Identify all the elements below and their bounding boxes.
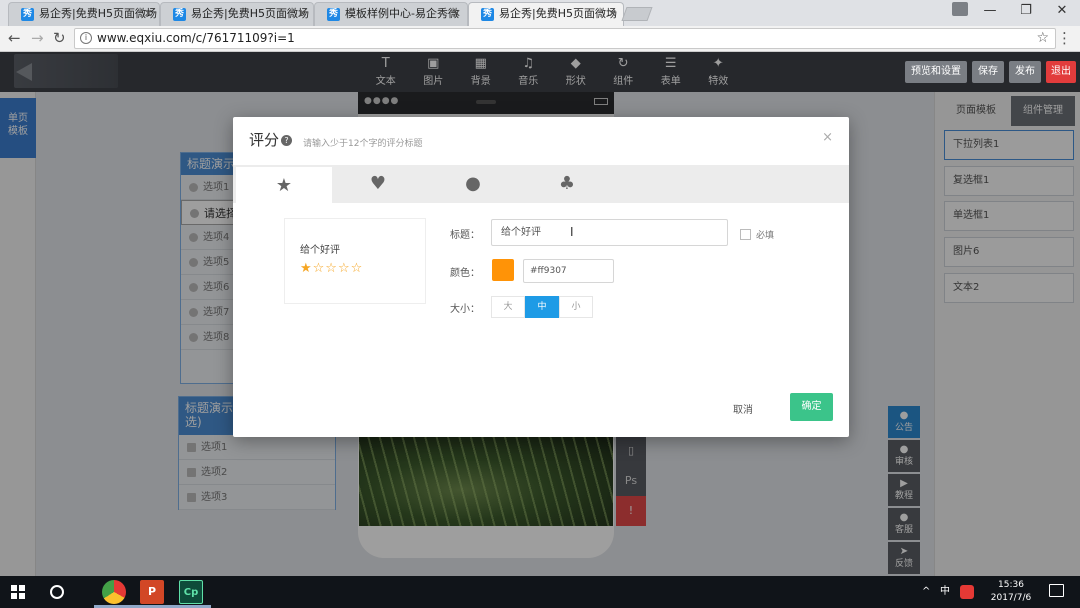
tab-title: 易企秀|免费H5页面微场 <box>39 7 157 20</box>
close-tab-icon[interactable]: ✕ <box>452 3 461 25</box>
club-icon: ♣ <box>558 173 576 194</box>
browser-tab-1[interactable]: 秀 易企秀|免费H5页面微场 ✕ <box>8 2 160 26</box>
tab-title: 模板样例中心-易企秀微 <box>345 7 459 20</box>
window-controls: — ❐ ✕ <box>972 0 1080 24</box>
eqxiu-favicon-icon: 秀 <box>327 8 340 21</box>
required-checkbox[interactable] <box>740 229 751 240</box>
powerpoint-icon[interactable]: P <box>140 580 164 604</box>
size-selector: 大 中 小 <box>491 296 593 318</box>
text-cursor-icon: I <box>570 225 574 239</box>
size-medium-button[interactable]: 中 <box>525 296 559 318</box>
tab-title: 易企秀|免费H5页面微场 <box>499 7 617 20</box>
browser-tab-2[interactable]: 秀 易企秀|免费H5页面微场 ✕ <box>160 2 314 26</box>
required-label: 必填 <box>756 231 775 241</box>
browser-tabbar: 秀 易企秀|免费H5页面微场 ✕ 秀 易企秀|免费H5页面微场 ✕ 秀 模板样例… <box>0 0 1080 26</box>
preview-title: 给个好评 <box>300 245 340 256</box>
preview-stars: ★☆☆☆☆ <box>300 261 364 276</box>
url-input[interactable]: i www.eqxiu.com/c/76171109?i=1 ☆ <box>74 28 1056 49</box>
size-label: 大小： <box>450 304 480 315</box>
exit-button[interactable]: 退出 <box>1046 61 1076 83</box>
help-icon[interactable]: ? <box>281 135 292 146</box>
reload-icon[interactable]: ↻ <box>53 29 66 47</box>
color-swatch[interactable] <box>492 259 514 281</box>
back-icon[interactable]: ← <box>8 29 21 47</box>
publish-button[interactable]: 发布 <box>1009 61 1041 83</box>
address-bar: ← → ↻ i www.eqxiu.com/c/76171109?i=1 ☆ ⋮ <box>0 26 1080 52</box>
minimize-icon[interactable]: — <box>972 0 1008 24</box>
eqxiu-favicon-icon: 秀 <box>481 8 494 21</box>
clock-time: 15:36 <box>998 580 1024 590</box>
forward-icon[interactable]: → <box>31 29 44 47</box>
browser-menu-icon[interactable]: ⋮ <box>1057 29 1072 47</box>
modal-hint: 请输入少于12个字的评分标题 <box>303 139 423 149</box>
restore-icon[interactable]: ❐ <box>1008 0 1044 24</box>
size-large-button[interactable]: 大 <box>491 296 525 318</box>
url-text: www.eqxiu.com/c/76171109?i=1 <box>97 31 295 45</box>
tab-star[interactable]: ★ <box>236 167 332 203</box>
search-circle-icon[interactable] <box>50 585 64 599</box>
new-tab-button[interactable] <box>621 7 653 21</box>
rating-title-input[interactable]: 给个好评 <box>491 219 728 246</box>
system-clock[interactable]: 15:36 2017/7/6 <box>985 579 1037 605</box>
color-label: 颜色： <box>450 268 480 279</box>
heart-icon: ♥ <box>369 173 387 194</box>
taskbar: P Cp ^ 中 15:36 2017/7/6 <box>0 576 1080 608</box>
eqxiu-favicon-icon: 秀 <box>173 8 186 21</box>
circle-icon: ● <box>465 173 481 194</box>
tab-club[interactable]: ♣ <box>519 165 615 203</box>
windows-start-icon[interactable] <box>11 585 25 599</box>
browser-tab-4[interactable]: 秀 易企秀|免费H5页面微场 ✕ <box>468 2 624 26</box>
browser-tab-3[interactable]: 秀 模板样例中心-易企秀微 ✕ <box>314 2 468 26</box>
close-tab-icon[interactable]: ✕ <box>144 3 153 25</box>
tray-app-icon[interactable] <box>960 585 974 599</box>
tray-expand-icon[interactable]: ^ <box>922 576 930 608</box>
preview-settings-button[interactable]: 预览和设置 <box>905 61 967 83</box>
captivate-icon[interactable]: Cp <box>179 580 203 604</box>
save-button[interactable]: 保存 <box>972 61 1004 83</box>
tab-heart[interactable]: ♥ <box>330 165 426 203</box>
rating-modal: 评分 ? 请输入少于12个字的评分标题 × ★ ♥ ● ♣ 给个好评 ★☆☆☆☆… <box>233 117 849 437</box>
close-tab-icon[interactable]: ✕ <box>298 3 307 25</box>
close-icon[interactable]: × <box>822 130 833 145</box>
tab-circle[interactable]: ● <box>425 165 521 203</box>
size-small-button[interactable]: 小 <box>559 296 593 318</box>
cancel-button[interactable]: 取消 <box>733 401 753 416</box>
modal-title: 评分 <box>249 131 280 149</box>
notification-icon[interactable] <box>1049 584 1064 597</box>
star-icon: ★ <box>275 175 293 196</box>
eqxiu-favicon-icon: 秀 <box>21 8 34 21</box>
confirm-button[interactable]: 确定 <box>790 393 833 421</box>
title-label: 标题： <box>450 230 480 241</box>
close-tab-icon[interactable]: ✕ <box>608 3 617 25</box>
rating-style-tabs: ★ ♥ ● ♣ <box>233 165 849 203</box>
clock-date: 2017/7/6 <box>990 593 1032 603</box>
tab-title: 易企秀|免费H5页面微场 <box>191 7 309 20</box>
ime-indicator[interactable]: 中 <box>940 576 950 608</box>
color-input[interactable]: #ff9307 <box>523 259 614 283</box>
info-icon[interactable]: i <box>80 32 92 44</box>
chrome-icon[interactable] <box>102 580 126 604</box>
bookmark-star-icon[interactable]: ☆ <box>1036 29 1049 48</box>
profile-icon[interactable] <box>952 2 968 16</box>
rating-preview: 给个好评 ★☆☆☆☆ <box>284 218 426 304</box>
close-window-icon[interactable]: ✕ <box>1044 0 1080 24</box>
